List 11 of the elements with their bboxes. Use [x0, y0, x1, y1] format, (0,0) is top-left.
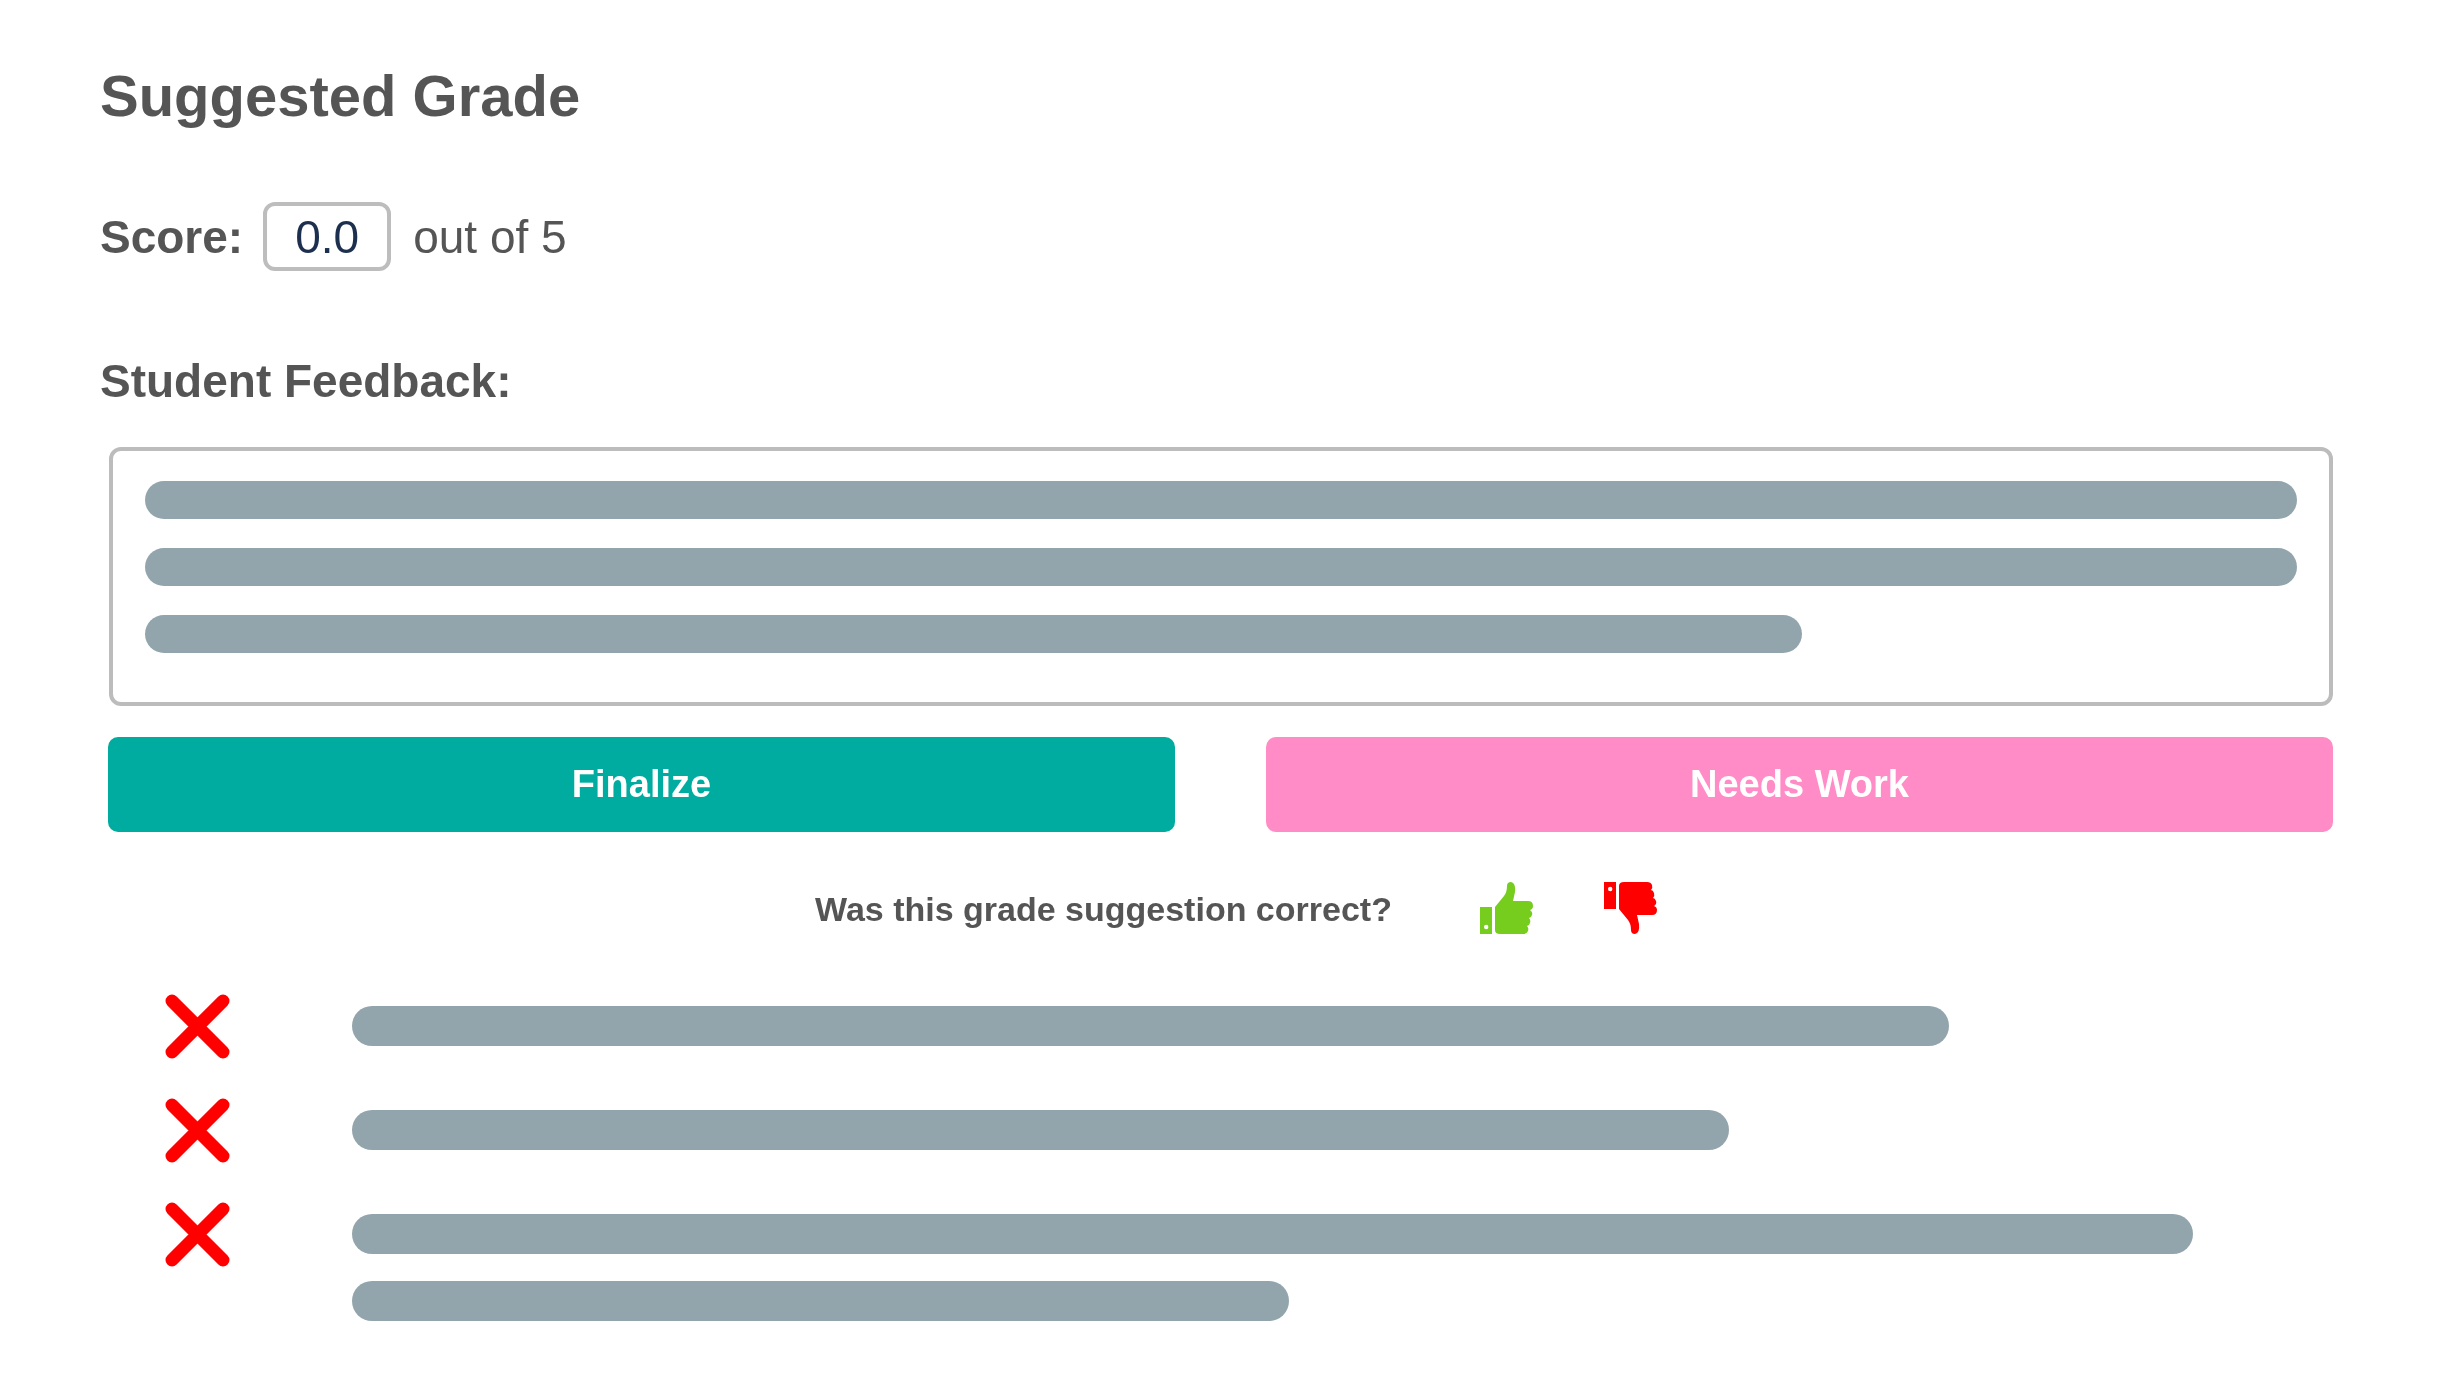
action-button[interactable]: Needs Work	[1266, 737, 2333, 832]
feedback-field[interactable]	[109, 447, 2333, 706]
action-button[interactable]: Finalize	[108, 737, 1175, 832]
score-field[interactable]: 0.0	[263, 202, 392, 271]
section-heading: Suggested Grade	[100, 62, 581, 130]
score-label: Score:	[100, 209, 244, 265]
thumbs-down-icon[interactable]	[1602, 882, 1658, 934]
feedback-label: Student Feedback:	[100, 354, 512, 409]
question-text: Was this grade suggestion correct?	[815, 890, 1392, 928]
score-suffix: out of 5	[413, 209, 567, 265]
thumbs-up-icon[interactable]	[1479, 882, 1533, 934]
